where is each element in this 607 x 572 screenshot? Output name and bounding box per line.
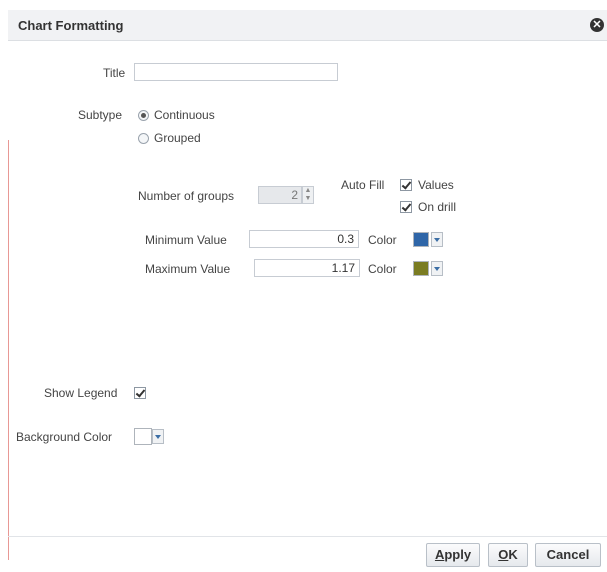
dialog-title: Chart Formatting (18, 18, 124, 33)
ok-label-rest: K (508, 547, 518, 562)
values-checkbox-label: Values (418, 178, 454, 192)
minimum-color-label: Color (368, 233, 397, 247)
on-drill-checkbox-label: On drill (418, 200, 457, 214)
subtype-label: Subtype (78, 108, 123, 122)
grouped-radio[interactable] (138, 133, 149, 144)
background-color-swatch[interactable] (134, 428, 152, 445)
close-icon[interactable]: ✕ (590, 18, 604, 32)
apply-mnemonic: A (434, 547, 445, 562)
background-color-dropdown-icon[interactable] (152, 429, 164, 444)
number-of-groups-stepper[interactable]: ▲ ▼ (302, 186, 314, 204)
dialog-titlebar: Chart Formatting ✕ (8, 10, 607, 41)
maximum-value-input[interactable] (254, 259, 360, 277)
left-border-line (8, 140, 9, 560)
maximum-color-dropdown-icon[interactable] (431, 261, 443, 276)
minimum-value-input[interactable] (249, 230, 359, 248)
on-drill-checkbox[interactable] (400, 201, 412, 213)
values-checkbox[interactable] (400, 179, 412, 191)
background-color-label: Background Color (16, 430, 113, 444)
chart-formatting-dialog: Chart Formatting ✕ Title Subtype Continu… (0, 0, 607, 572)
continuous-radio-label: Continuous (154, 108, 215, 122)
stepper-up-icon[interactable]: ▲ (303, 187, 313, 195)
continuous-radio[interactable] (138, 110, 149, 121)
show-legend-label: Show Legend (44, 386, 118, 400)
ok-mnemonic: O (498, 547, 509, 562)
cancel-button[interactable]: Cancel (535, 543, 601, 567)
title-input[interactable] (134, 63, 338, 81)
maximum-value-label: Maximum Value (145, 262, 231, 276)
auto-fill-label: Auto Fill (341, 178, 385, 192)
apply-label-rest: pply (444, 547, 472, 562)
show-legend-checkbox[interactable] (134, 387, 146, 399)
title-label: Title (103, 66, 126, 80)
footer-divider (8, 536, 607, 537)
maximum-color-label: Color (368, 262, 397, 276)
number-of-groups-input[interactable]: 2 (258, 186, 302, 204)
apply-button[interactable]: Apply (426, 543, 480, 567)
minimum-value-label: Minimum Value (145, 233, 227, 247)
number-of-groups-label: Number of groups (138, 189, 235, 203)
ok-button[interactable]: OK (488, 543, 528, 567)
grouped-radio-label: Grouped (154, 131, 201, 145)
maximum-color-swatch[interactable] (413, 261, 429, 276)
minimum-color-swatch[interactable] (413, 232, 429, 247)
minimum-color-dropdown-icon[interactable] (431, 232, 443, 247)
stepper-down-icon[interactable]: ▼ (303, 195, 313, 203)
